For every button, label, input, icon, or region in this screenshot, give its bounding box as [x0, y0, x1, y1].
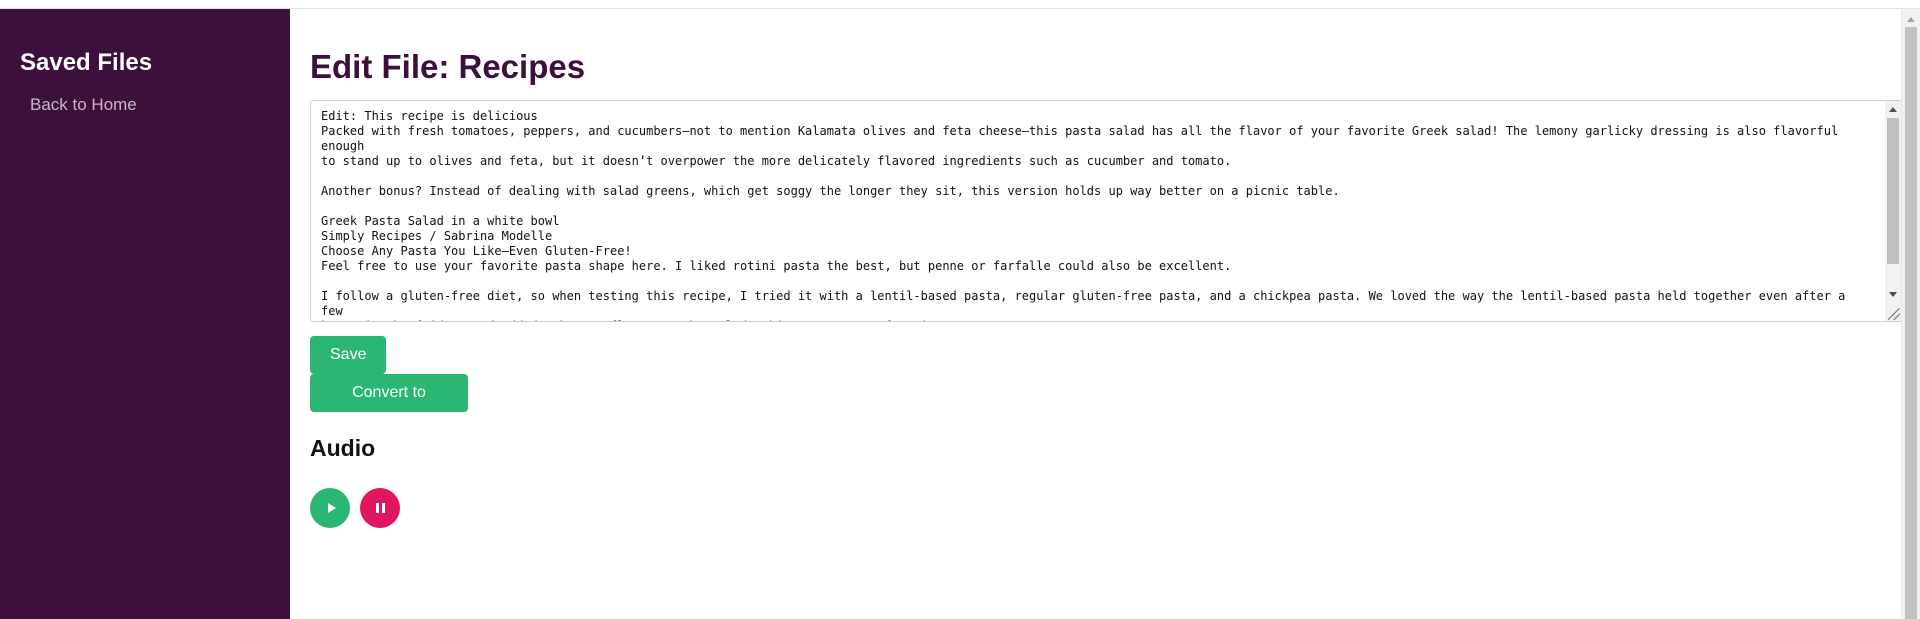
save-button[interactable]: Save — [310, 336, 386, 374]
back-to-home-link[interactable]: Back to Home — [30, 95, 270, 115]
audio-controls — [310, 488, 1901, 528]
file-editor: Edit: This recipe is delicious Packed wi… — [310, 100, 1902, 322]
pause-button[interactable] — [360, 488, 400, 528]
page-title: Edit File: Recipes — [310, 48, 586, 85]
play-icon — [327, 503, 336, 513]
play-button[interactable] — [310, 488, 350, 528]
top-strip — [0, 0, 1920, 9]
editor-scroll-thumb[interactable] — [1887, 118, 1899, 264]
audio-heading: Audio — [310, 435, 376, 461]
main-content: Edit File: Recipes Edit: This recipe is … — [290, 9, 1902, 619]
sidebar-title: Saved Files — [20, 49, 153, 76]
sidebar: Saved Files Back to Home — [0, 9, 290, 619]
page-scrollbar[interactable] — [1901, 9, 1920, 619]
convert-to-audio-button[interactable]: Convert to Audio — [310, 374, 468, 439]
page-scroll-thumb[interactable] — [1905, 27, 1917, 619]
scroll-up-arrow-icon[interactable] — [1889, 107, 1897, 112]
resize-grip-icon[interactable] — [1888, 308, 1900, 320]
page-scroll-up-arrow-icon[interactable] — [1907, 17, 1915, 22]
pause-icon — [375, 503, 385, 513]
file-content-textarea[interactable]: Edit: This recipe is delicious Packed wi… — [311, 101, 1901, 321]
editor-scrollbar[interactable] — [1885, 101, 1901, 321]
scroll-down-arrow-icon[interactable] — [1889, 292, 1897, 297]
